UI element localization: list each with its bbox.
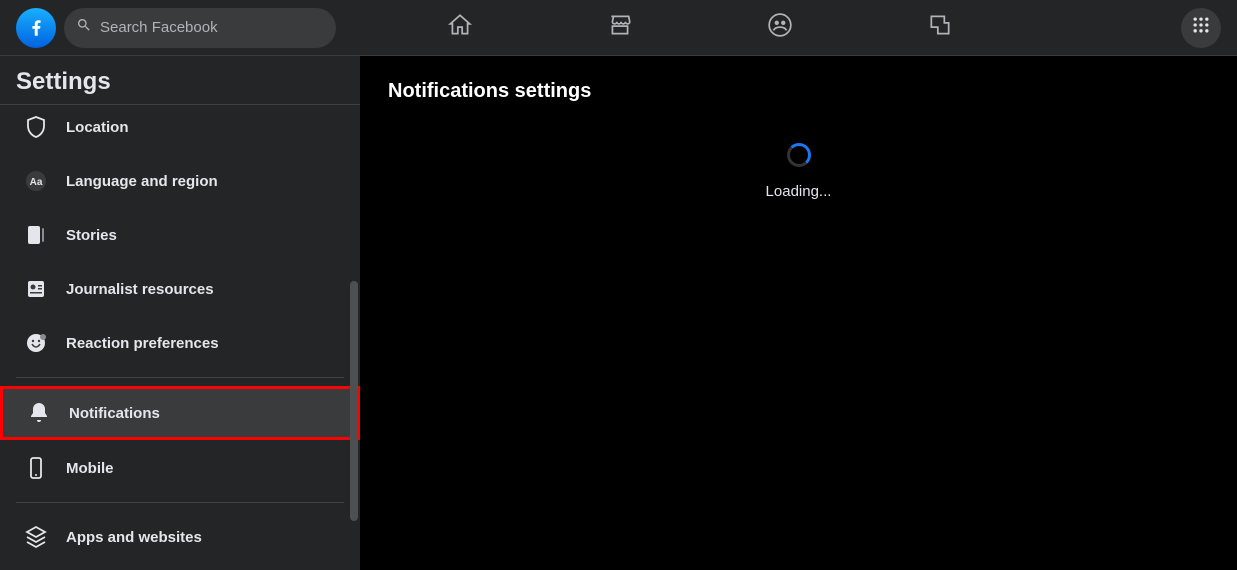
sidebar-item-label: Apps and websites — [66, 529, 202, 546]
center-nav — [420, 0, 980, 55]
sidebar-item-label: Reaction preferences — [66, 335, 219, 352]
language-icon: Aa — [18, 163, 54, 199]
sidebar-item-apps[interactable]: Apps and websites — [8, 511, 352, 563]
loading-indicator: Loading... — [388, 143, 1209, 200]
search-box[interactable] — [64, 8, 336, 48]
sidebar-item-mobile[interactable]: Mobile — [8, 442, 352, 494]
stories-icon — [18, 217, 54, 253]
search-input[interactable] — [100, 19, 324, 36]
settings-sidebar: Settings Location Aa Language and region… — [0, 56, 360, 570]
sidebar-item-business[interactable]: Business integrations — [8, 565, 352, 570]
sidebar-title: Settings — [0, 56, 360, 105]
apps-icon — [18, 519, 54, 555]
shield-icon — [18, 109, 54, 145]
sidebar-item-language[interactable]: Aa Language and region — [8, 155, 352, 207]
home-icon — [447, 12, 473, 43]
main-content: Notifications settings Loading... — [360, 56, 1237, 570]
sidebar-item-location[interactable]: Location — [8, 101, 352, 153]
sidebar-item-label: Language and region — [66, 173, 218, 190]
loading-text: Loading... — [766, 183, 832, 200]
groups-tab[interactable] — [740, 4, 820, 52]
top-navigation-bar — [0, 0, 1237, 56]
facebook-logo[interactable] — [16, 8, 56, 48]
sidebar-item-journalist[interactable]: Journalist resources — [8, 263, 352, 315]
divider — [16, 377, 344, 378]
sidebar-item-label: Location — [66, 119, 129, 136]
sidebar-item-stories[interactable]: Stories — [8, 209, 352, 261]
grid-icon — [1191, 15, 1211, 40]
page-title: Notifications settings — [388, 80, 1209, 103]
right-nav — [1181, 8, 1221, 48]
reaction-icon — [18, 325, 54, 361]
spinner-icon — [787, 143, 811, 167]
home-tab[interactable] — [420, 4, 500, 52]
search-icon — [76, 17, 92, 38]
menu-button[interactable] — [1181, 8, 1221, 48]
journalist-icon — [18, 271, 54, 307]
svg-text:Aa: Aa — [30, 177, 43, 188]
marketplace-icon — [607, 12, 633, 43]
gaming-tab[interactable] — [900, 4, 980, 52]
divider — [16, 502, 344, 503]
scrollbar-thumb[interactable] — [350, 281, 358, 521]
sidebar-item-notifications[interactable]: Notifications — [0, 386, 360, 440]
marketplace-tab[interactable] — [580, 4, 660, 52]
sidebar-item-reaction[interactable]: Reaction preferences — [8, 317, 352, 369]
bell-icon — [21, 395, 57, 431]
sidebar-item-label: Mobile — [66, 460, 114, 477]
sidebar-item-label: Notifications — [69, 405, 160, 422]
mobile-icon — [18, 450, 54, 486]
gaming-icon — [927, 12, 953, 43]
sidebar-item-label: Stories — [66, 227, 117, 244]
sidebar-item-label: Journalist resources — [66, 281, 214, 298]
groups-icon — [767, 12, 793, 43]
